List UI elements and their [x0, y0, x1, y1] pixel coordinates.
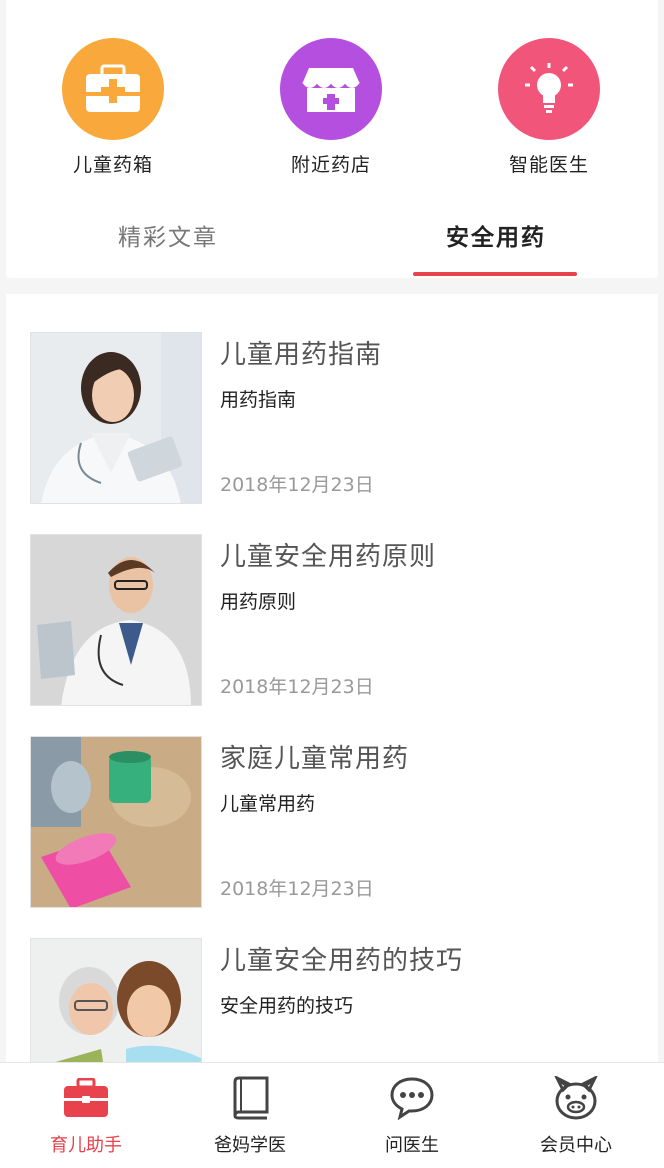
article-item[interactable]: 儿童安全用药原则 用药原则 2018年12月23日 — [30, 534, 650, 706]
chat-bubble-icon — [352, 1075, 472, 1121]
article-thumbnail-male-doctor — [30, 534, 202, 706]
quick-link-smart-doctor[interactable]: 智能医生 — [479, 38, 619, 177]
article-subtitle: 儿童常用药 — [220, 793, 316, 815]
article-date: 2018年12月23日 — [220, 676, 374, 698]
article-title: 儿童安全用药原则 — [220, 542, 437, 572]
article-date: 2018年12月23日 — [220, 474, 374, 496]
book-icon — [190, 1075, 310, 1121]
article-title: 儿童用药指南 — [220, 340, 383, 370]
quick-link-label: 附近药店 — [290, 154, 371, 176]
article-item[interactable]: 儿童用药指南 用药指南 2018年12月23日 — [30, 332, 650, 504]
pig-face-icon — [516, 1075, 636, 1121]
article-title: 家庭儿童常用药 — [220, 744, 410, 774]
bottom-navigation: 育儿助手 爸妈学医 问医生 会员中心 — [0, 1062, 664, 1168]
article-subtitle: 用药指南 — [220, 389, 297, 411]
nav-parenting-assistant[interactable]: 育儿助手 — [26, 1075, 146, 1157]
article-thumbnail-female-doctor — [30, 332, 202, 504]
nav-parents-learn[interactable]: 爸妈学医 — [190, 1075, 310, 1157]
article-subtitle: 安全用药的技巧 — [220, 995, 354, 1017]
nav-label: 育儿助手 — [50, 1135, 122, 1156]
tab-featured-articles[interactable]: 精彩文章 — [118, 218, 218, 252]
quick-link-pharmacy[interactable]: 附近药店 — [261, 38, 401, 177]
medical-kit-icon — [26, 1075, 146, 1121]
pharmacy-store-icon — [280, 38, 382, 140]
quick-link-label: 智能医生 — [508, 154, 589, 176]
medicine-box-icon — [62, 38, 164, 140]
quick-link-label: 儿童药箱 — [72, 154, 153, 176]
article-thumbnail-sand-play — [30, 736, 202, 908]
nav-label: 爸妈学医 — [214, 1135, 286, 1156]
article-date: 2018年12月23日 — [220, 878, 374, 900]
active-tab-indicator — [413, 272, 577, 276]
tab-bar: 精彩文章 安全用药 — [6, 208, 658, 278]
app-screen: 儿童药箱 附近药店 智能医生 精彩文章 安全用药 儿童用药指南 用药指南 201… — [0, 0, 664, 1168]
nav-label: 会员中心 — [540, 1135, 612, 1156]
top-card: 儿童药箱 附近药店 智能医生 精彩文章 安全用药 — [6, 0, 658, 278]
lightbulb-icon — [498, 38, 600, 140]
article-subtitle: 用药原则 — [220, 591, 297, 613]
article-item[interactable]: 儿童安全用药的技巧 安全用药的技巧 — [30, 938, 650, 1062]
nav-ask-doctor[interactable]: 问医生 — [352, 1075, 472, 1157]
article-title: 儿童安全用药的技巧 — [220, 946, 464, 976]
article-list: 儿童用药指南 用药指南 2018年12月23日 儿童安全用药原则 用药原则 20… — [6, 294, 658, 1062]
article-thumbnail-grandmother-girl — [30, 938, 202, 1062]
nav-member-center[interactable]: 会员中心 — [516, 1075, 636, 1157]
nav-label: 问医生 — [385, 1135, 439, 1156]
tab-safe-medication[interactable]: 安全用药 — [446, 218, 546, 252]
quick-link-medicine-box[interactable]: 儿童药箱 — [43, 38, 183, 177]
article-item[interactable]: 家庭儿童常用药 儿童常用药 2018年12月23日 — [30, 736, 650, 908]
